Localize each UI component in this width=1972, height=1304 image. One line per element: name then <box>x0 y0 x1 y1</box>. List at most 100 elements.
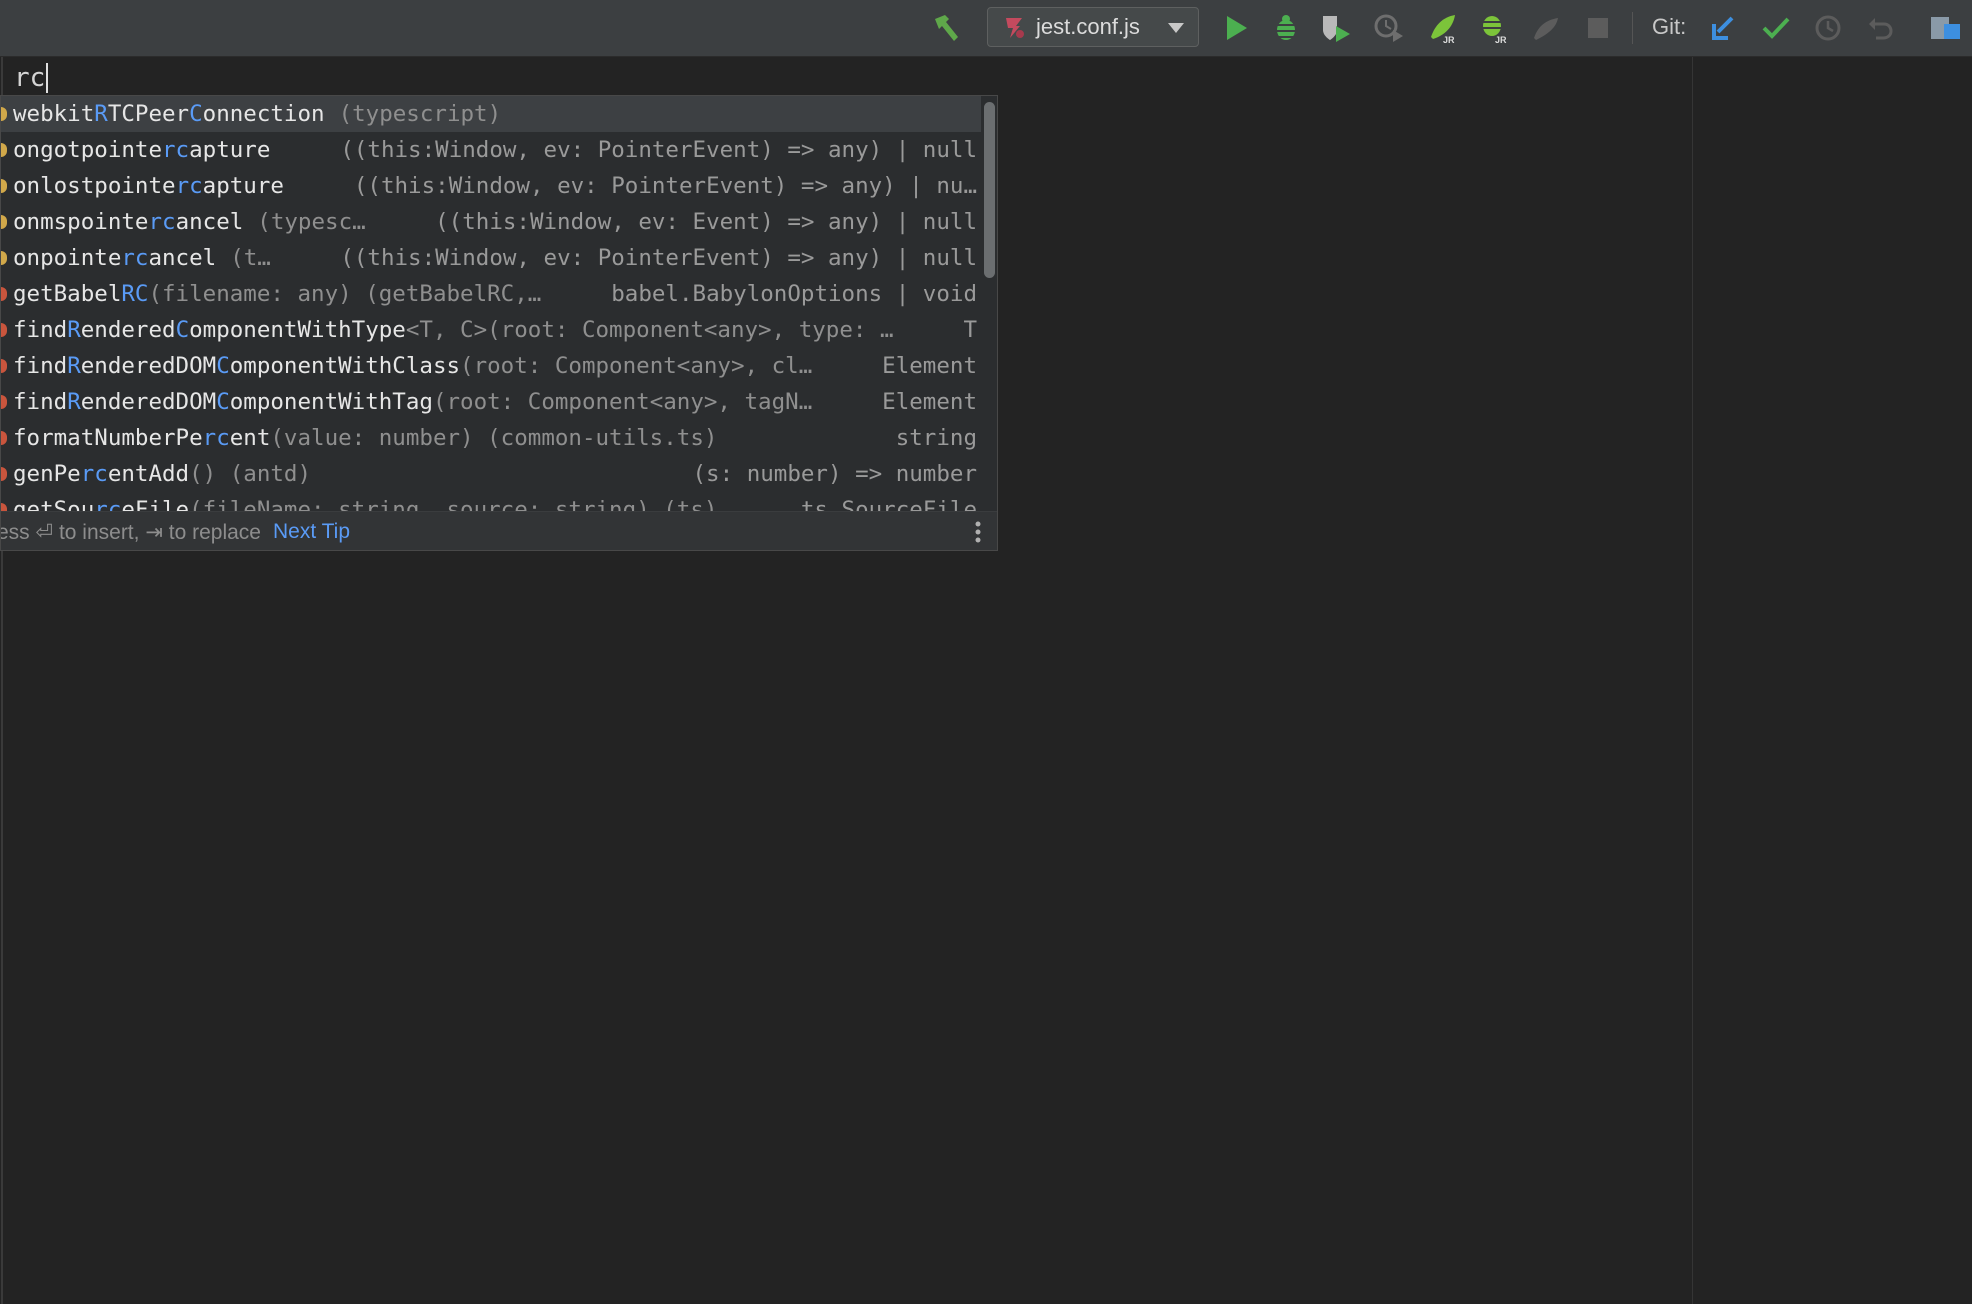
completion-item-type: ts.SourceFile <box>800 497 977 511</box>
match-highlight: C <box>216 389 230 415</box>
git-update-icon[interactable] <box>1706 10 1742 46</box>
completion-item-type: ((this:Window, ev: PointerEvent) => any)… <box>340 137 977 163</box>
completion-item[interactable]: getBabelRC (filename: any) (getBabelRC,… b… <box>1 276 981 312</box>
completion-item-detail: () (antd) <box>189 461 312 487</box>
completion-item[interactable]: findRenderedDOMComponentWithTag (root: Co… <box>1 384 981 420</box>
git-label: Git: <box>1652 14 1687 39</box>
match-highlight: rc <box>202 425 230 451</box>
completion-item[interactable]: getSourceFile (fileName: string, source: … <box>1 492 981 511</box>
completion-scrollbar[interactable] <box>984 102 995 278</box>
name-fragment: onnection <box>202 101 325 127</box>
completion-item[interactable]: onmspointercancel (typesc… ((this:Window, … <box>1 204 981 240</box>
completion-item[interactable]: ongotpointercapture ((this:Window, ev: Po… <box>1 132 981 168</box>
name-fragment: genPe <box>13 461 81 487</box>
main-toolbar: jest.conf.js JR JR Git: <box>0 0 1972 57</box>
name-fragment: onmspointe <box>13 209 149 235</box>
name-fragment: find <box>13 317 68 343</box>
completion-item-detail: <T, C>(root: Component<any>, type: … <box>405 317 894 343</box>
run-jrebel-icon[interactable]: JR <box>1424 10 1460 46</box>
ide-window: jest.conf.js JR JR Git: rc webkitRTCPeer… <box>0 0 1972 1304</box>
completion-item[interactable]: genPercentAdd() (antd) (s: number) => num… <box>1 456 981 492</box>
completion-item[interactable]: formatNumberPercent (value: number) (comm… <box>1 420 981 456</box>
symbol-kind-icon <box>1 503 7 511</box>
more-options-icon[interactable] <box>975 521 981 543</box>
completion-item-type: Element <box>882 353 977 379</box>
match-highlight: RC <box>121 281 149 307</box>
typed-text: rc <box>14 63 46 93</box>
match-highlight: rc <box>175 173 203 199</box>
completion-item-type: Element <box>882 389 977 415</box>
completion-item-name: onpointercancel <box>13 245 216 271</box>
name-fragment: onpointe <box>13 245 122 271</box>
run-icon[interactable] <box>1218 10 1254 46</box>
name-fragment: find <box>13 353 68 379</box>
chevron-down-icon <box>1168 18 1184 37</box>
name-fragment: onlostpointe <box>13 173 176 199</box>
debug-jrebel-icon[interactable]: JR <box>1476 10 1512 46</box>
completion-item-detail: (typescript) <box>338 101 502 127</box>
completion-item-name: getSourceFile <box>13 497 189 511</box>
symbol-kind-icon <box>1 467 7 481</box>
git-rollback-icon[interactable] <box>1862 10 1898 46</box>
completion-item-name: webkitRTCPeerConnection <box>13 101 325 127</box>
symbol-kind-icon <box>1 107 7 121</box>
profile-icon[interactable] <box>1372 10 1408 46</box>
name-fragment: omponentWithClass <box>229 353 461 379</box>
match-highlight: R <box>94 101 108 127</box>
name-fragment: enderedDOM <box>80 353 217 379</box>
editor-current-line[interactable]: rc <box>14 58 49 98</box>
completion-item[interactable]: onlostpointercapture ((this:Window, ev: P… <box>1 168 981 204</box>
match-highlight: R <box>67 317 81 343</box>
completion-item-name: getBabelRC <box>13 281 148 307</box>
completion-item[interactable]: findRenderedComponentWithType <T, C>(root… <box>1 312 981 348</box>
match-highlight: rc <box>148 209 176 235</box>
svg-text:JR: JR <box>1443 35 1455 45</box>
next-tip-link[interactable]: Next Tip <box>273 520 350 544</box>
completion-item-type: T <box>963 317 977 343</box>
completion-item-type: (s: number) => number <box>692 461 977 487</box>
symbol-kind-icon <box>1 431 7 445</box>
completion-item-name: findRenderedDOMComponentWithClass <box>13 353 460 379</box>
name-fragment: TCPeer <box>107 101 190 127</box>
completion-item-detail: (value: number) (common-utils.ts) <box>270 425 718 451</box>
debug-icon[interactable] <box>1268 10 1304 46</box>
match-highlight: rc <box>94 497 122 511</box>
code-completion-popup[interactable]: webkitRTCPeerConnection (typescript) ongot… <box>0 95 998 551</box>
name-fragment: formatNumberPe <box>13 425 203 451</box>
completion-item-type: string <box>895 425 977 451</box>
completion-item[interactable]: webkitRTCPeerConnection (typescript) <box>1 96 981 132</box>
completion-item-name: findRenderedDOMComponentWithTag <box>13 389 433 415</box>
completion-hint: ess ⏎ to insert, ⇥ to replace <box>0 520 261 544</box>
completion-item-detail: (root: Component<any>, cl… <box>460 353 813 379</box>
symbol-kind-icon <box>1 287 7 301</box>
name-fragment: enderedDOM <box>80 389 217 415</box>
name-fragment: ongotpointe <box>13 137 163 163</box>
symbol-kind-icon <box>1 143 7 157</box>
git-history-icon[interactable] <box>1810 10 1846 46</box>
completion-item-detail: (typesc… <box>257 209 366 235</box>
completion-item[interactable]: onpointercancel (t… ((this:Window, ev: Poi… <box>1 240 981 276</box>
match-highlight: rc <box>121 245 149 271</box>
name-fragment: eFile <box>121 497 190 511</box>
match-highlight: C <box>175 317 190 343</box>
completion-list[interactable]: webkitRTCPeerConnection (typescript) ongot… <box>1 96 981 511</box>
attach-icon[interactable] <box>1528 10 1564 46</box>
name-fragment: entAdd <box>107 461 190 487</box>
name-fragment: ent <box>229 425 271 451</box>
stop-icon[interactable] <box>1580 10 1616 46</box>
name-fragment: endered <box>80 317 176 343</box>
symbol-kind-icon <box>1 179 7 193</box>
completion-item-name: findRenderedComponentWithType <box>13 317 406 343</box>
completion-item[interactable]: findRenderedDOMComponentWithClass (root: … <box>1 348 981 384</box>
run-configuration-label: jest.conf.js <box>1036 14 1140 39</box>
completion-item-name: onlostpointercapture <box>13 173 284 199</box>
match-highlight: C <box>189 101 203 127</box>
completion-item-type: ((this:Window, ev: Event) => any) | null <box>435 209 977 235</box>
git-commit-icon[interactable] <box>1758 10 1794 46</box>
symbol-kind-icon <box>1 359 7 373</box>
build-hammer-icon[interactable] <box>928 10 964 46</box>
coverage-icon[interactable] <box>1318 10 1354 46</box>
completion-footer: ess ⏎ to insert, ⇥ to replace Next Tip <box>0 511 997 550</box>
run-configuration-dropdown[interactable]: jest.conf.js <box>987 7 1199 47</box>
project-structure-icon[interactable] <box>1928 10 1964 46</box>
